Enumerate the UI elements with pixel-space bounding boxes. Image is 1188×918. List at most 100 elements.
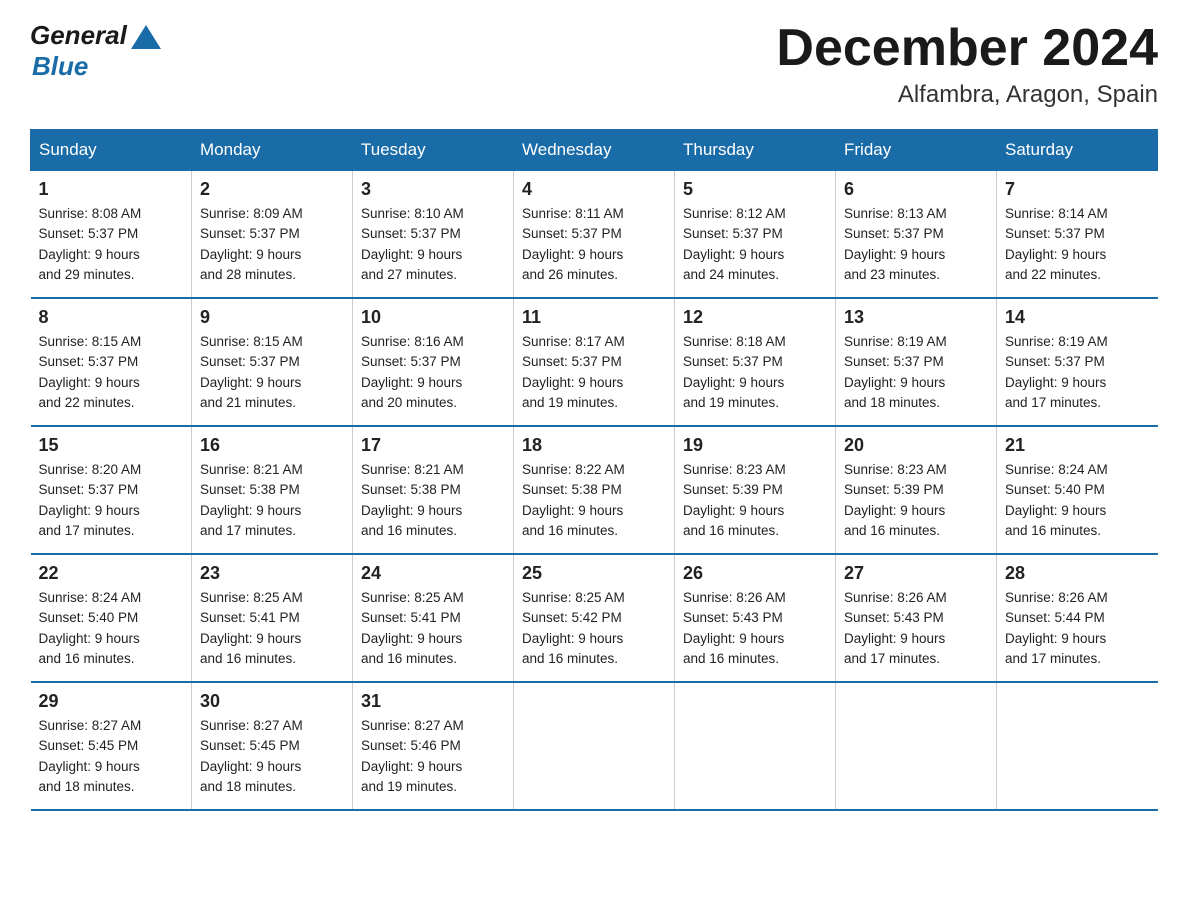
day-number: 29: [39, 691, 184, 712]
day-info: Sunrise: 8:16 AMSunset: 5:37 PMDaylight:…: [361, 332, 505, 413]
day-info: Sunrise: 8:21 AMSunset: 5:38 PMDaylight:…: [200, 460, 344, 541]
calendar-cell: 2Sunrise: 8:09 AMSunset: 5:37 PMDaylight…: [192, 171, 353, 299]
calendar-cell: 5 Sunrise: 8:12 AMSunset: 5:37 PMDaylight…: [675, 171, 836, 299]
calendar-cell: 17 Sunrise: 8:21 AMSunset: 5:38 PMDayligh…: [353, 426, 514, 554]
calendar-cell: 24 Sunrise: 8:25 AMSunset: 5:41 PMDayligh…: [353, 554, 514, 682]
calendar-cell: 12 Sunrise: 8:18 AMSunset: 5:37 PMDayligh…: [675, 298, 836, 426]
title-area: December 2024 Alfambra, Aragon, Spain: [776, 20, 1158, 109]
day-number: 2: [200, 179, 344, 200]
day-number: 14: [1005, 307, 1150, 328]
day-number: 30: [200, 691, 344, 712]
calendar-cell: 26 Sunrise: 8:26 AMSunset: 5:43 PMDayligh…: [675, 554, 836, 682]
day-info: Sunrise: 8:21 AMSunset: 5:38 PMDaylight:…: [361, 460, 505, 541]
day-number: 24: [361, 563, 505, 584]
calendar-cell: 14 Sunrise: 8:19 AMSunset: 5:37 PMDayligh…: [997, 298, 1158, 426]
day-info: Sunrise: 8:15 AMSunset: 5:37 PMDaylight:…: [39, 332, 184, 413]
day-number: 1: [39, 179, 184, 200]
header-row: SundayMondayTuesdayWednesdayThursdayFrid…: [31, 130, 1158, 171]
day-info: Sunrise: 8:25 AMSunset: 5:41 PMDaylight:…: [200, 588, 344, 669]
calendar-cell: 1Sunrise: 8:08 AMSunset: 5:37 PMDaylight…: [31, 171, 192, 299]
calendar-cell: 20 Sunrise: 8:23 AMSunset: 5:39 PMDayligh…: [836, 426, 997, 554]
day-info: Sunrise: 8:24 AMSunset: 5:40 PMDaylight:…: [39, 588, 184, 669]
day-number: 16: [200, 435, 344, 456]
day-number: 6: [844, 179, 988, 200]
day-info: Sunrise: 8:18 AMSunset: 5:37 PMDaylight:…: [683, 332, 827, 413]
day-number: 27: [844, 563, 988, 584]
calendar-cell: 27 Sunrise: 8:26 AMSunset: 5:43 PMDayligh…: [836, 554, 997, 682]
day-info: Sunrise: 8:20 AMSunset: 5:37 PMDaylight:…: [39, 460, 184, 541]
page-header: General Blue December 2024 Alfambra, Ara…: [30, 20, 1158, 109]
day-number: 7: [1005, 179, 1150, 200]
calendar-cell: [836, 682, 997, 810]
day-info: Sunrise: 8:26 AMSunset: 5:43 PMDaylight:…: [683, 588, 827, 669]
header-monday: Monday: [192, 130, 353, 171]
calendar-body: 1Sunrise: 8:08 AMSunset: 5:37 PMDaylight…: [31, 171, 1158, 811]
day-info: Sunrise: 8:24 AMSunset: 5:40 PMDaylight:…: [1005, 460, 1150, 541]
calendar-cell: 23 Sunrise: 8:25 AMSunset: 5:41 PMDayligh…: [192, 554, 353, 682]
week-row-4: 22 Sunrise: 8:24 AMSunset: 5:40 PMDayligh…: [31, 554, 1158, 682]
calendar-cell: 8 Sunrise: 8:15 AMSunset: 5:37 PMDaylight…: [31, 298, 192, 426]
header-wednesday: Wednesday: [514, 130, 675, 171]
day-number: 18: [522, 435, 666, 456]
day-number: 12: [683, 307, 827, 328]
calendar-cell: 30 Sunrise: 8:27 AMSunset: 5:45 PMDayligh…: [192, 682, 353, 810]
day-info: Sunrise: 8:23 AMSunset: 5:39 PMDaylight:…: [683, 460, 827, 541]
calendar-cell: 10Sunrise: 8:16 AMSunset: 5:37 PMDayligh…: [353, 298, 514, 426]
logo-blue-text: Blue: [32, 51, 88, 81]
week-row-2: 8 Sunrise: 8:15 AMSunset: 5:37 PMDaylight…: [31, 298, 1158, 426]
day-number: 26: [683, 563, 827, 584]
day-number: 15: [39, 435, 184, 456]
day-number: 13: [844, 307, 988, 328]
day-info: Sunrise: 8:23 AMSunset: 5:39 PMDaylight:…: [844, 460, 988, 541]
calendar-header: SundayMondayTuesdayWednesdayThursdayFrid…: [31, 130, 1158, 171]
calendar-cell: 19 Sunrise: 8:23 AMSunset: 5:39 PMDayligh…: [675, 426, 836, 554]
calendar-cell: 25Sunrise: 8:25 AMSunset: 5:42 PMDayligh…: [514, 554, 675, 682]
logo: General Blue: [30, 20, 161, 82]
day-number: 5: [683, 179, 827, 200]
week-row-5: 29 Sunrise: 8:27 AMSunset: 5:45 PMDayligh…: [31, 682, 1158, 810]
week-row-1: 1Sunrise: 8:08 AMSunset: 5:37 PMDaylight…: [31, 171, 1158, 299]
day-info: Sunrise: 8:11 AMSunset: 5:37 PMDaylight:…: [522, 204, 666, 285]
day-number: 4: [522, 179, 666, 200]
location-title: Alfambra, Aragon, Spain: [776, 81, 1158, 109]
day-number: 22: [39, 563, 184, 584]
day-info: Sunrise: 8:26 AMSunset: 5:44 PMDaylight:…: [1005, 588, 1150, 669]
calendar-cell: 11Sunrise: 8:17 AMSunset: 5:37 PMDayligh…: [514, 298, 675, 426]
day-info: Sunrise: 8:22 AMSunset: 5:38 PMDaylight:…: [522, 460, 666, 541]
day-number: 23: [200, 563, 344, 584]
calendar-cell: 21Sunrise: 8:24 AMSunset: 5:40 PMDayligh…: [997, 426, 1158, 554]
month-title: December 2024: [776, 20, 1158, 77]
day-info: Sunrise: 8:19 AMSunset: 5:37 PMDaylight:…: [1005, 332, 1150, 413]
calendar-cell: [997, 682, 1158, 810]
day-info: Sunrise: 8:27 AMSunset: 5:45 PMDaylight:…: [39, 716, 184, 797]
day-number: 28: [1005, 563, 1150, 584]
day-number: 20: [844, 435, 988, 456]
day-info: Sunrise: 8:14 AMSunset: 5:37 PMDaylight:…: [1005, 204, 1150, 285]
day-info: Sunrise: 8:25 AMSunset: 5:41 PMDaylight:…: [361, 588, 505, 669]
calendar-cell: 4 Sunrise: 8:11 AMSunset: 5:37 PMDaylight…: [514, 171, 675, 299]
calendar-cell: 9Sunrise: 8:15 AMSunset: 5:37 PMDaylight…: [192, 298, 353, 426]
calendar-cell: 22 Sunrise: 8:24 AMSunset: 5:40 PMDayligh…: [31, 554, 192, 682]
day-number: 3: [361, 179, 505, 200]
day-info: Sunrise: 8:12 AMSunset: 5:37 PMDaylight:…: [683, 204, 827, 285]
day-info: Sunrise: 8:15 AMSunset: 5:37 PMDaylight:…: [200, 332, 344, 413]
day-number: 17: [361, 435, 505, 456]
calendar-cell: 18 Sunrise: 8:22 AMSunset: 5:38 PMDayligh…: [514, 426, 675, 554]
calendar-cell: 28 Sunrise: 8:26 AMSunset: 5:44 PMDayligh…: [997, 554, 1158, 682]
day-info: Sunrise: 8:27 AMSunset: 5:45 PMDaylight:…: [200, 716, 344, 797]
day-info: Sunrise: 8:26 AMSunset: 5:43 PMDaylight:…: [844, 588, 988, 669]
header-sunday: Sunday: [31, 130, 192, 171]
calendar-cell: 31Sunrise: 8:27 AMSunset: 5:46 PMDayligh…: [353, 682, 514, 810]
day-info: Sunrise: 8:17 AMSunset: 5:37 PMDaylight:…: [522, 332, 666, 413]
header-friday: Friday: [836, 130, 997, 171]
day-number: 8: [39, 307, 184, 328]
day-number: 31: [361, 691, 505, 712]
calendar-cell: 7 Sunrise: 8:14 AMSunset: 5:37 PMDaylight…: [997, 171, 1158, 299]
calendar-cell: [675, 682, 836, 810]
day-number: 25: [522, 563, 666, 584]
calendar-cell: 6Sunrise: 8:13 AMSunset: 5:37 PMDaylight…: [836, 171, 997, 299]
calendar-cell: [514, 682, 675, 810]
header-tuesday: Tuesday: [353, 130, 514, 171]
day-number: 19: [683, 435, 827, 456]
week-row-3: 15 Sunrise: 8:20 AMSunset: 5:37 PMDayligh…: [31, 426, 1158, 554]
